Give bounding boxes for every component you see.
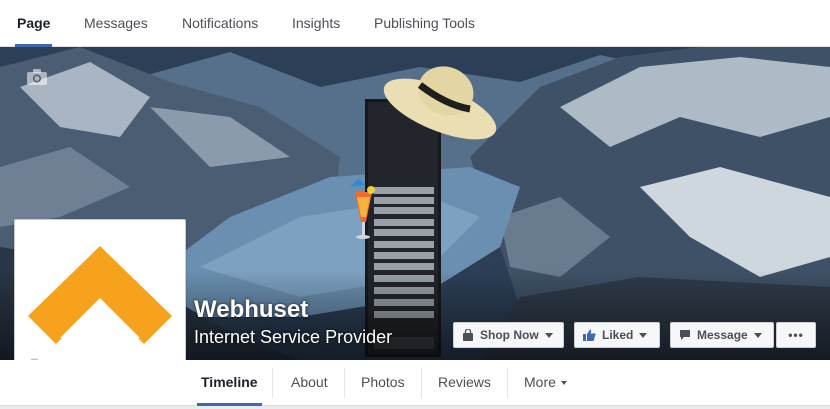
webhuset-logo bbox=[28, 246, 172, 344]
tab-publishing-tools[interactable]: Publishing Tools bbox=[374, 0, 475, 47]
nav-reviews[interactable]: Reviews bbox=[438, 360, 491, 404]
nav-divider bbox=[421, 368, 422, 398]
tab-messages[interactable]: Messages bbox=[84, 0, 148, 47]
speech-bubble-icon bbox=[680, 330, 690, 340]
shop-now-button[interactable]: Shop Now bbox=[453, 322, 564, 348]
caret-down-icon bbox=[544, 332, 553, 338]
message-label: Message bbox=[697, 328, 748, 342]
caret-down-icon bbox=[560, 381, 567, 386]
liked-label: Liked bbox=[602, 328, 634, 342]
thumbs-up-icon bbox=[583, 329, 596, 341]
message-button[interactable]: Message bbox=[670, 322, 774, 348]
page-nav-bar: Timeline About Photos Reviews More bbox=[0, 360, 830, 406]
nav-divider bbox=[507, 368, 508, 398]
caret-down-icon bbox=[639, 332, 648, 338]
nav-more-label: More bbox=[524, 374, 556, 390]
admin-tab-bar: Page Messages Notifications Insights Pub… bbox=[0, 0, 830, 47]
caret-down-icon bbox=[753, 332, 762, 338]
liked-button[interactable]: Liked bbox=[574, 322, 660, 348]
page-title[interactable]: Webhuset bbox=[194, 296, 308, 324]
page-category: Internet Service Provider bbox=[194, 327, 393, 347]
nav-about[interactable]: About bbox=[291, 360, 328, 404]
more-options-button[interactable]: ••• bbox=[776, 322, 816, 348]
shopping-bag-icon bbox=[463, 329, 473, 341]
shop-now-label: Shop Now bbox=[480, 328, 539, 342]
tab-page[interactable]: Page bbox=[14, 0, 53, 47]
nav-divider bbox=[344, 368, 345, 398]
tab-insights[interactable]: Insights bbox=[292, 0, 340, 47]
tab-notifications[interactable]: Notifications bbox=[182, 0, 258, 47]
nav-photos[interactable]: Photos bbox=[361, 360, 405, 404]
nav-timeline[interactable]: Timeline bbox=[197, 360, 262, 406]
nav-more[interactable]: More bbox=[524, 360, 567, 404]
camera-icon[interactable] bbox=[26, 69, 48, 86]
nav-divider bbox=[272, 368, 273, 398]
more-options-dots: ••• bbox=[788, 328, 804, 342]
